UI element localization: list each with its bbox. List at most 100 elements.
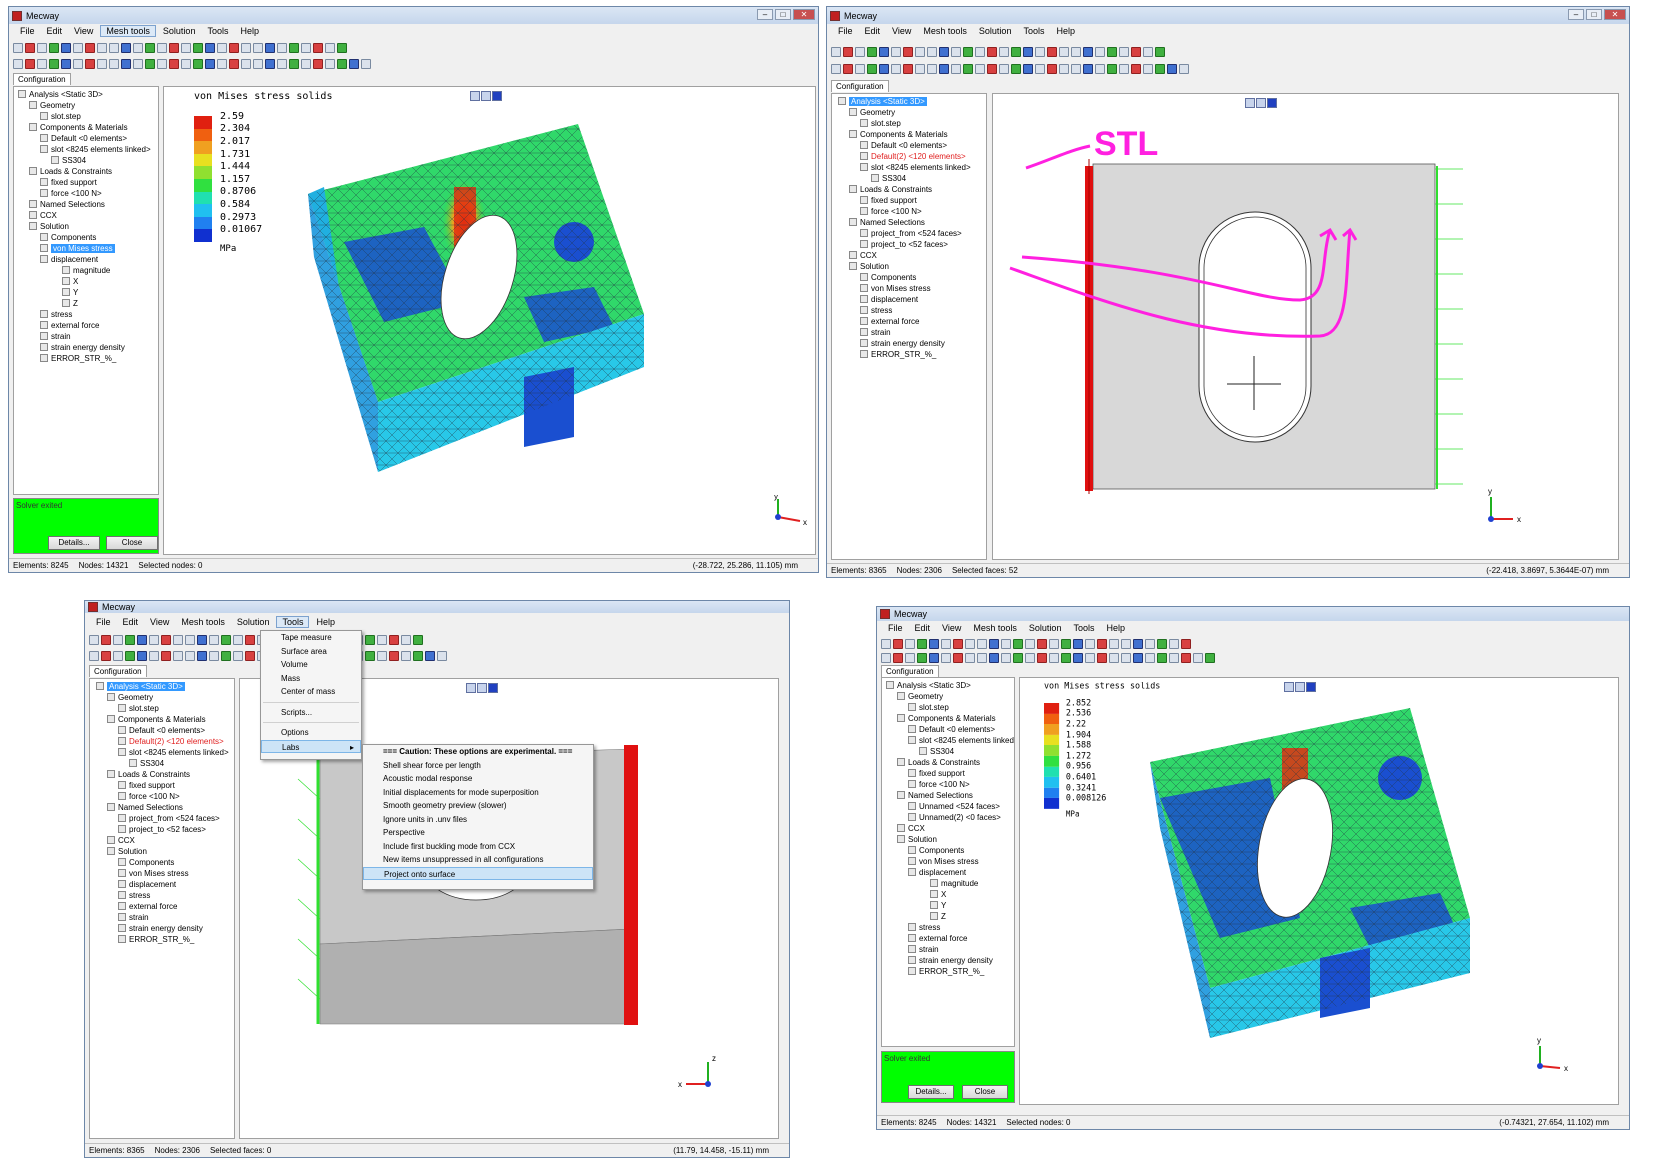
toolbar-tool-icon[interactable]: [253, 59, 263, 69]
toolbar-tool-icon[interactable]: [999, 64, 1009, 74]
toolbar-tool-icon[interactable]: [965, 653, 975, 663]
menu-view[interactable]: View: [887, 26, 916, 36]
tree-item[interactable]: stress: [886, 922, 1014, 933]
toolbar-tool-icon[interactable]: [169, 59, 179, 69]
toolbar-tool-icon[interactable]: [951, 47, 961, 57]
toolbar-tool-icon[interactable]: [831, 47, 841, 57]
toolbar-tool-icon[interactable]: [1097, 653, 1107, 663]
menu-edit[interactable]: Edit: [910, 623, 936, 633]
tree-item[interactable]: Unnamed <524 faces>: [886, 801, 1014, 812]
tree-item[interactable]: Default(2) <120 elements>: [838, 151, 986, 162]
toolbar-tool-icon[interactable]: [245, 651, 255, 661]
tree-item[interactable]: strain energy density: [838, 338, 986, 349]
tree-item[interactable]: Named Selections: [886, 790, 1014, 801]
tree-item[interactable]: Default <0 elements>: [18, 133, 158, 144]
toolbar-tool-icon[interactable]: [1167, 64, 1177, 74]
tree-item[interactable]: fixed support: [838, 195, 986, 206]
close-window-button[interactable]: ✕: [793, 9, 815, 20]
toolbar-tool-icon[interactable]: [377, 635, 387, 645]
toolbar-tool-icon[interactable]: [963, 64, 973, 74]
toolbar-tool-icon[interactable]: [313, 59, 323, 69]
toolbar-tool-icon[interactable]: [113, 635, 123, 645]
tree-item[interactable]: strain energy density: [886, 955, 1014, 966]
tab-configuration[interactable]: Configuration: [89, 665, 147, 677]
toolbar-tool-icon[interactable]: [1023, 47, 1033, 57]
tree-item[interactable]: project_from <524 faces>: [96, 813, 234, 824]
toolbar-tool-icon[interactable]: [1157, 639, 1167, 649]
toolbar-tool-icon[interactable]: [975, 64, 985, 74]
toolbar-tool-icon[interactable]: [221, 635, 231, 645]
toolbar-tool-icon[interactable]: [1013, 639, 1023, 649]
toolbar-tool-icon[interactable]: [413, 651, 423, 661]
close-window-button[interactable]: ✕: [1604, 9, 1626, 20]
tree-item[interactable]: slot <8245 elements linked>: [886, 735, 1014, 746]
tree-item[interactable]: Geometry: [96, 692, 234, 703]
toolbar-tool-icon[interactable]: [953, 639, 963, 649]
tree-item[interactable]: ERROR_STR_%_: [886, 966, 1014, 977]
menu-mesh-tools[interactable]: Mesh tools: [100, 25, 156, 37]
toolbar-tool-icon[interactable]: [977, 653, 987, 663]
toolbar-tool-icon[interactable]: [241, 59, 251, 69]
menu-edit[interactable]: Edit: [42, 26, 68, 36]
labs-item-new-items-unsuppressed[interactable]: New items unsuppressed in all configurat…: [363, 853, 593, 867]
toolbar-tool-icon[interactable]: [13, 59, 23, 69]
menu-edit[interactable]: Edit: [860, 26, 886, 36]
toolbar-tool-icon[interactable]: [843, 64, 853, 74]
toolbar-tool-icon[interactable]: [1095, 47, 1105, 57]
toolbar-tool-icon[interactable]: [265, 59, 275, 69]
tree-item[interactable]: external force: [96, 901, 234, 912]
toolbar-tool-icon[interactable]: [1155, 64, 1165, 74]
tree-item[interactable]: magnitude: [18, 265, 158, 276]
toolbar-tool-icon[interactable]: [1083, 47, 1093, 57]
toolbar-tool-icon[interactable]: [221, 651, 231, 661]
toolbar-tool-icon[interactable]: [1023, 64, 1033, 74]
tree-item[interactable]: Named Selections: [96, 802, 234, 813]
menu-mesh-tools[interactable]: Mesh tools: [968, 623, 1022, 633]
tree-item[interactable]: stress: [838, 305, 986, 316]
toolbar-tool-icon[interactable]: [337, 43, 347, 53]
toolbar-tool-icon[interactable]: [13, 43, 23, 53]
toolbar-tool-icon[interactable]: [193, 43, 203, 53]
tree-item[interactable]: CCX: [838, 250, 986, 261]
toolbar-tool-icon[interactable]: [61, 43, 71, 53]
toolbar-tool-icon[interactable]: [941, 653, 951, 663]
tree-item[interactable]: force <100 N>: [886, 779, 1014, 790]
toolbar-tool-icon[interactable]: [233, 651, 243, 661]
toolbar-tool-icon[interactable]: [1085, 653, 1095, 663]
toolbar-tool-icon[interactable]: [185, 651, 195, 661]
toolbar-tool-icon[interactable]: [881, 653, 891, 663]
toolbar-tool-icon[interactable]: [1059, 64, 1069, 74]
tree-item[interactable]: Default(2) <120 elements>: [96, 736, 234, 747]
toolbar-tool-icon[interactable]: [867, 64, 877, 74]
toolbar-tool-icon[interactable]: [229, 43, 239, 53]
tree-item[interactable]: Loads & Constraints: [886, 757, 1014, 768]
toolbar-tool-icon[interactable]: [1119, 47, 1129, 57]
close-button[interactable]: Close: [962, 1085, 1008, 1099]
toolbar-tool-icon[interactable]: [197, 651, 207, 661]
toolbar-tool-icon[interactable]: [929, 653, 939, 663]
toolbar-tool-icon[interactable]: [1085, 639, 1095, 649]
toolbar-tool-icon[interactable]: [49, 59, 59, 69]
toolbar-tool-icon[interactable]: [241, 43, 251, 53]
toolbar-tool-icon[interactable]: [233, 635, 243, 645]
toolbar-tool-icon[interactable]: [915, 64, 925, 74]
toolbar-tool-icon[interactable]: [145, 59, 155, 69]
toolbar-tool-icon[interactable]: [25, 59, 35, 69]
toolbar-tool-icon[interactable]: [1121, 653, 1131, 663]
tab-configuration[interactable]: Configuration: [831, 80, 889, 92]
tree-item[interactable]: CCX: [886, 823, 1014, 834]
toolbar-tool-icon[interactable]: [1131, 47, 1141, 57]
tree-item[interactable]: strain: [96, 912, 234, 923]
toolbar-tool-icon[interactable]: [1155, 47, 1165, 57]
tree-item[interactable]: Components & Materials: [96, 714, 234, 725]
toolbar-tool-icon[interactable]: [97, 59, 107, 69]
toolbar-tool-icon[interactable]: [1119, 64, 1129, 74]
menu-item-options[interactable]: Options: [261, 726, 361, 740]
3d-viewport[interactable]: von Mises stress solids 2.852 2.536 2.22 1.9…: [1019, 677, 1619, 1105]
toolbar-tool-icon[interactable]: [313, 43, 323, 53]
toolbar-tool-icon[interactable]: [831, 64, 841, 74]
labs-item-smooth-geometry[interactable]: Smooth geometry preview (slower): [363, 799, 593, 813]
toolbar-tool-icon[interactable]: [1071, 64, 1081, 74]
toolbar-tool-icon[interactable]: [1071, 47, 1081, 57]
toolbar-tool-icon[interactable]: [1169, 653, 1179, 663]
